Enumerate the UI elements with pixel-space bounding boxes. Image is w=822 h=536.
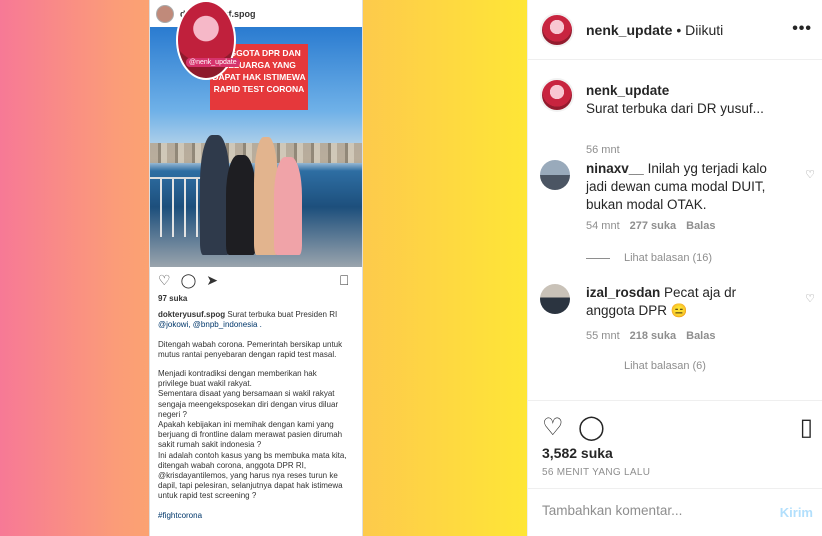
embedded-post-screenshot: dokteryusuf.spog ANGGOTA DPR DAN KELUARG…: [149, 0, 363, 536]
avatar[interactable]: [540, 12, 574, 47]
view-replies-button[interactable]: Lihat balasan (16): [586, 252, 712, 264]
person-boy: [226, 155, 256, 255]
like-comment-icon[interactable]: ♡: [805, 292, 815, 305]
caption-avatar[interactable]: [540, 78, 574, 112]
caption-text: Surat terbuka dari DR yusuf...: [586, 101, 764, 116]
heart-icon[interactable]: ♡: [542, 413, 564, 442]
caption-item: nenk_update Surat terbuka dari DR yusuf..…: [540, 78, 815, 156]
reply-button[interactable]: Balas: [686, 220, 715, 232]
caption-author[interactable]: nenk_update: [586, 83, 669, 98]
comment-likes[interactable]: 277 suka: [630, 220, 676, 232]
embedded-actions: ♡ ◯ ➤: [158, 272, 218, 289]
caption-line-1: Surat terbuka buat Presiden RI: [227, 310, 338, 320]
replies-line: [586, 257, 610, 259]
caption-time[interactable]: 56 mnt: [586, 144, 620, 156]
post-media: dokteryusuf.spog ANGGOTA DPR DAN KELUARG…: [0, 0, 527, 536]
caption-paragraph-2: Menjadi kontradiksi dengan memberikan ha…: [158, 369, 347, 501]
comment-icon: ◯: [180, 272, 197, 288]
caption-line-2: @jokowi, @bnpb_indonesia .: [158, 320, 262, 330]
comment-input[interactable]: [542, 503, 762, 518]
view-replies-label[interactable]: Lihat balasan (16): [624, 252, 712, 264]
post-header: nenk_update • Diikuti •••: [528, 0, 822, 60]
comments-list[interactable]: nenk_update Surat terbuka dari DR yusuf..…: [528, 60, 822, 400]
view-replies-label[interactable]: Lihat balasan (6): [624, 360, 706, 372]
follow-status[interactable]: • Diikuti: [676, 22, 723, 38]
more-options-icon[interactable]: •••: [792, 20, 812, 38]
caption-username: dokteryusuf.spog: [158, 310, 226, 320]
caption-hashtag: #fightcorona: [158, 510, 203, 520]
post-actions: ♡ ◯ ▯ 3,582 suka 56 MENIT YANG LALU: [528, 400, 822, 488]
like-comment-icon[interactable]: ♡: [805, 168, 815, 181]
person-girl: [274, 157, 302, 255]
embedded-avatar: [156, 4, 174, 23]
comment-item: izal_rosdan Pecat aja dr anggota DPR 😑 ♡…: [540, 284, 815, 384]
post-comment-button[interactable]: Kirim: [780, 505, 813, 520]
comment-username[interactable]: izal_rosdan: [586, 285, 660, 300]
watermark-logo: @nenk_update: [176, 0, 240, 80]
comment-time[interactable]: 55 mnt: [586, 330, 620, 342]
view-replies-button[interactable]: Lihat balasan (6): [586, 360, 706, 372]
heart-icon: ♡: [158, 272, 171, 288]
bookmark-icon: ⎕: [340, 272, 349, 288]
comment-icon[interactable]: ◯: [578, 413, 605, 442]
caption-paragraph-1: Ditengah wabah corona. Pemerintah bersik…: [158, 339, 343, 359]
embedded-likes: 97 suka: [158, 294, 188, 303]
reply-button[interactable]: Balas: [686, 330, 715, 342]
comment-avatar[interactable]: [540, 160, 570, 190]
header-username[interactable]: nenk_update: [586, 22, 672, 38]
share-icon: ➤: [206, 272, 218, 288]
add-comment-bar: Kirim: [528, 488, 822, 536]
comment-likes[interactable]: 218 suka: [630, 330, 676, 342]
embedded-caption: 97 suka dokteryusuf.spog Surat terbuka b…: [158, 294, 358, 530]
post-timestamp[interactable]: 56 MENIT YANG LALU: [542, 467, 650, 478]
comment-avatar[interactable]: [540, 284, 570, 314]
watermark-text: @nenk_update: [186, 58, 240, 67]
comment-item: ninaxv__ Inilah yg terjadi kalo jadi dew…: [540, 160, 815, 264]
comment-username[interactable]: ninaxv__: [586, 161, 644, 176]
comments-panel: nenk_update • Diikuti ••• nenk_update Sur…: [527, 0, 822, 536]
comment-time[interactable]: 54 mnt: [586, 220, 620, 232]
bookmark-icon[interactable]: ▯: [800, 413, 813, 442]
likes-count[interactable]: 3,582 suka: [542, 445, 613, 461]
